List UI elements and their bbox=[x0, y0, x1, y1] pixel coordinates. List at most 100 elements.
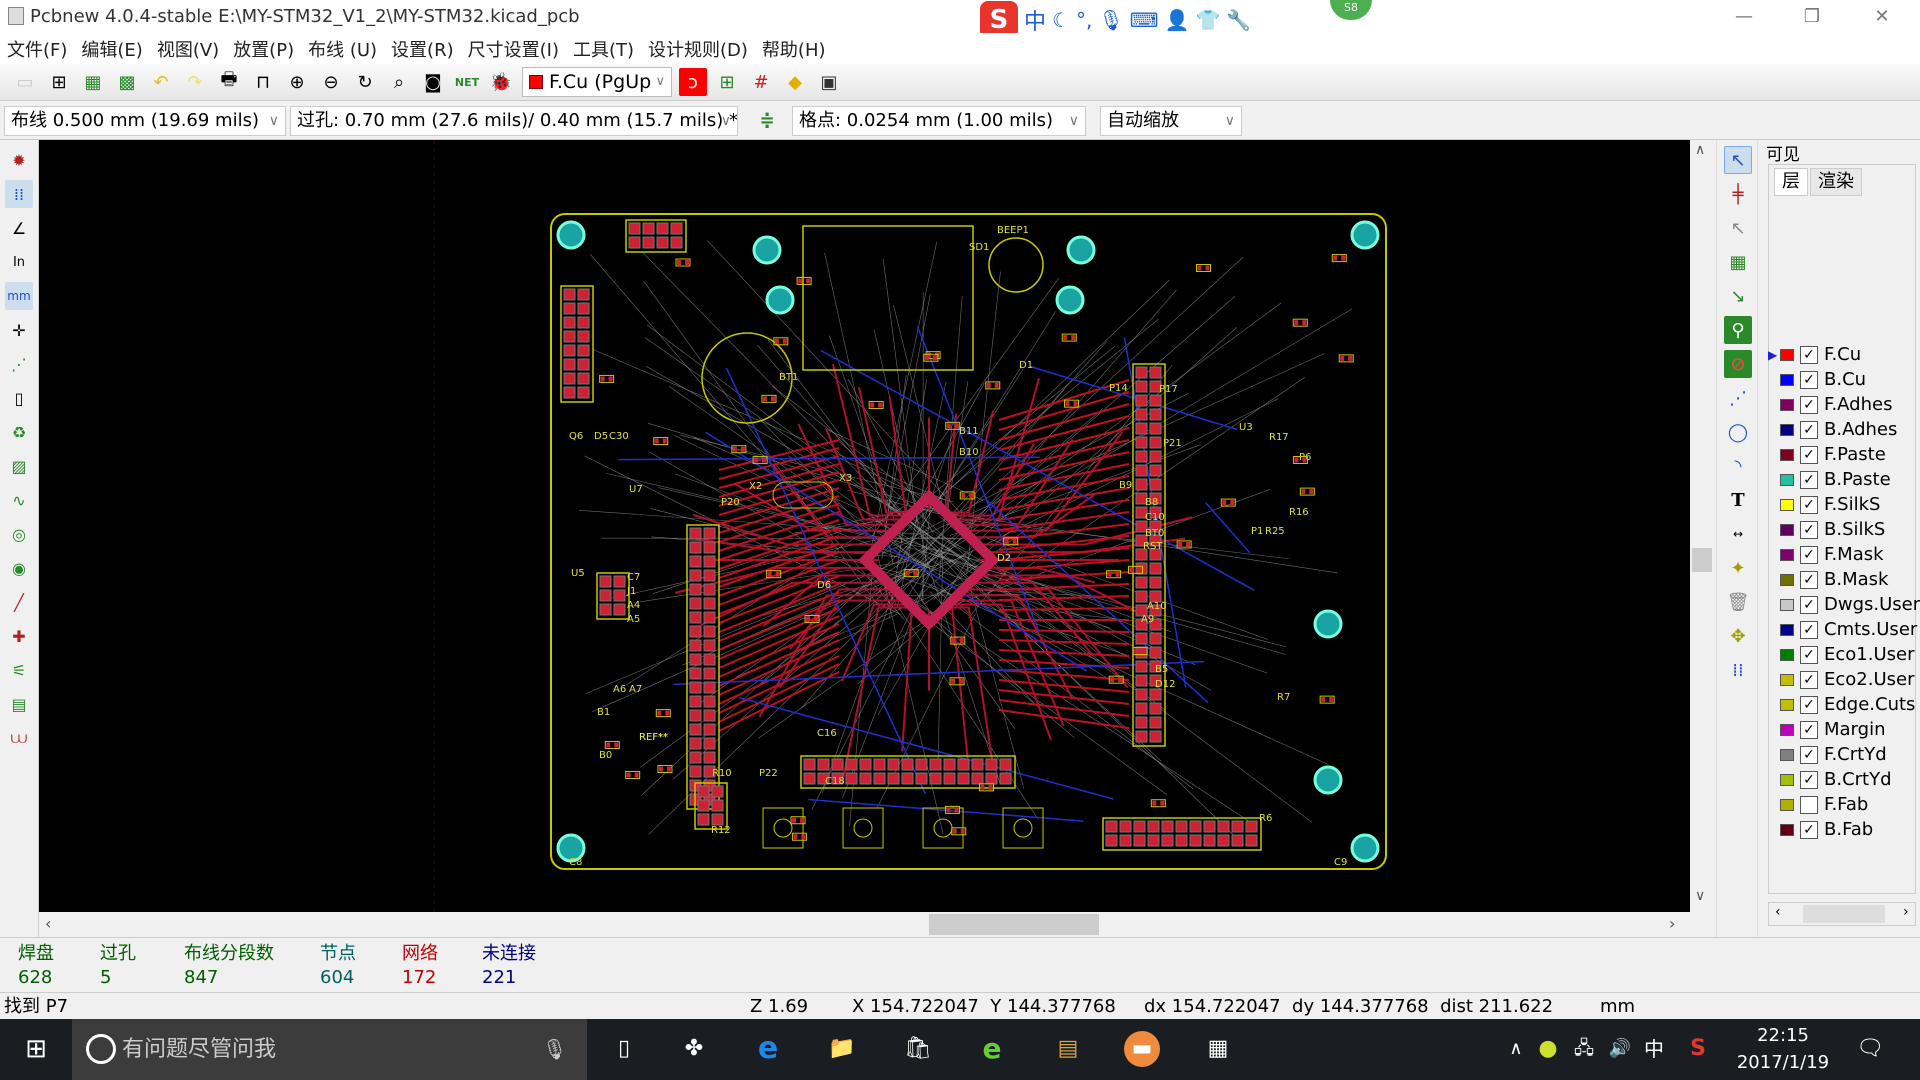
zoom-fit-icon[interactable]: ⌕ bbox=[385, 68, 413, 96]
drc-icon[interactable]: 🐞 bbox=[487, 68, 515, 96]
layer-row-eco2-user[interactable]: ✓ Eco2.User bbox=[1768, 667, 1914, 692]
menu-design-rules[interactable]: 设计规则(D) bbox=[641, 36, 755, 62]
punctuation-icon[interactable]: °, bbox=[1076, 8, 1092, 32]
pad-sketch-icon[interactable]: ◎ bbox=[5, 520, 33, 548]
auto-delete-track-icon[interactable]: ♻ bbox=[5, 418, 33, 446]
layer-color-swatch[interactable] bbox=[1780, 548, 1794, 561]
maximize-button[interactable]: ❐ bbox=[1782, 0, 1842, 33]
vertical-scrollbar[interactable]: ∧ ∨ bbox=[1690, 140, 1714, 912]
zone-fill-icon[interactable]: ▨ bbox=[5, 452, 33, 480]
browser-360-icon[interactable]: e bbox=[974, 1031, 1010, 1067]
moon-icon[interactable]: ☾ bbox=[1052, 8, 1070, 32]
local-ratsnest-icon[interactable]: ↖ bbox=[1724, 214, 1752, 242]
layer-color-swatch[interactable] bbox=[1780, 798, 1794, 811]
via-size-select[interactable]: 过孔: 0.70 mm (27.6 mils)/ 0.40 mm (15.7 m… bbox=[290, 106, 738, 136]
layer-visibility-checkbox[interactable]: ✓ bbox=[1800, 420, 1818, 439]
scroll-right-icon[interactable]: › bbox=[1669, 914, 1675, 933]
layer-row-f-fab[interactable]: F.Fab bbox=[1768, 792, 1868, 817]
layer-color-swatch[interactable] bbox=[1780, 423, 1794, 436]
layer-color-swatch[interactable] bbox=[1780, 748, 1794, 761]
layer-row-dwgs-user[interactable]: ✓ Dwgs.User bbox=[1768, 592, 1920, 617]
layer-row-b-cu[interactable]: ✓ B.Cu bbox=[1768, 367, 1866, 392]
zoom-in-icon[interactable]: ⊕ bbox=[283, 68, 311, 96]
autoroute-icon[interactable]: # bbox=[747, 68, 775, 96]
track-sketch-icon[interactable]: ╱ bbox=[5, 588, 33, 616]
network-icon[interactable]: 🖧 bbox=[1566, 1031, 1602, 1067]
minimize-button[interactable]: — bbox=[1714, 0, 1774, 33]
zoom-out-icon[interactable]: ⊖ bbox=[317, 68, 345, 96]
layer-color-swatch[interactable] bbox=[1780, 448, 1794, 461]
module-ratsnest-icon[interactable]: ▯ bbox=[5, 384, 33, 412]
menu-edit[interactable]: 编辑(E) bbox=[74, 36, 149, 62]
scroll-down-icon[interactable]: ∨ bbox=[1695, 888, 1705, 904]
new-board-icon[interactable]: ▭ bbox=[11, 68, 39, 96]
horizontal-scroll-thumb[interactable] bbox=[929, 914, 1099, 935]
layer-visibility-checkbox[interactable]: ✓ bbox=[1800, 670, 1818, 689]
add-circle-icon[interactable]: ◯ bbox=[1724, 418, 1752, 446]
print-icon[interactable]: 🖶 bbox=[215, 68, 243, 96]
inch-units-icon[interactable]: In bbox=[5, 248, 33, 276]
tab-render[interactable]: 渲染 bbox=[1810, 168, 1862, 196]
layer-visibility-checkbox[interactable]: ✓ bbox=[1800, 770, 1818, 789]
menu-route[interactable]: 布线 (U) bbox=[301, 36, 384, 62]
redraw-icon[interactable]: ↻ bbox=[351, 68, 379, 96]
clock-date[interactable]: 2017/1/19 bbox=[1728, 1052, 1838, 1073]
layer-visibility-checkbox[interactable]: ✓ bbox=[1800, 445, 1818, 464]
keyboard-icon[interactable]: ⌨ bbox=[1130, 8, 1159, 32]
layer-visibility-checkbox[interactable]: ✓ bbox=[1800, 720, 1818, 739]
ime-toolbar[interactable]: S 中 ☾ °, 🎙 ⌨ 👤 👕 🔧 bbox=[980, 1, 1280, 39]
layer-visibility-checkbox[interactable]: ✓ bbox=[1800, 370, 1818, 389]
add-dimension-icon[interactable]: ↔ bbox=[1724, 520, 1752, 548]
auto-track-width-icon[interactable]: ≑ bbox=[753, 106, 781, 134]
interactive-router-icon[interactable]: ◆ bbox=[781, 68, 809, 96]
grid-toggle-icon[interactable]: ⁞⁞ bbox=[5, 180, 33, 208]
load-netlist-icon[interactable]: ▦ bbox=[79, 68, 107, 96]
layer-visibility-checkbox[interactable]: ✓ bbox=[1800, 395, 1818, 414]
high-contrast-icon[interactable]: ✚ bbox=[5, 622, 33, 650]
wrench-icon[interactable]: 🔧 bbox=[1226, 8, 1251, 32]
user-icon[interactable]: 👤 bbox=[1165, 8, 1190, 32]
add-target-icon[interactable]: ✦ bbox=[1724, 554, 1752, 582]
add-arc-icon[interactable]: ◝ bbox=[1724, 452, 1752, 480]
layers-hscrollbar[interactable]: ‹ › bbox=[1768, 902, 1916, 926]
layer-row-b-fab[interactable]: ✓ B.Fab bbox=[1768, 817, 1873, 842]
layer-visibility-checkbox[interactable]: ✓ bbox=[1800, 470, 1818, 489]
layer-row-f-silks[interactable]: ✓ F.SilkS bbox=[1768, 492, 1880, 517]
shirt-icon[interactable]: 👕 bbox=[1195, 8, 1220, 32]
layer-visibility-checkbox[interactable]: ✓ bbox=[1800, 345, 1818, 364]
layer-row-b-paste[interactable]: ✓ B.Paste bbox=[1768, 467, 1891, 492]
layer-color-swatch[interactable] bbox=[1780, 373, 1794, 386]
via-sketch-icon[interactable]: ◉ bbox=[5, 554, 33, 582]
layer-row-f-crtyd[interactable]: ✓ F.CrtYd bbox=[1768, 742, 1887, 767]
menu-help[interactable]: 帮助(H) bbox=[755, 36, 833, 62]
layer-row-b-crtyd[interactable]: ✓ B.CrtYd bbox=[1768, 767, 1892, 792]
close-button[interactable]: ✕ bbox=[1852, 0, 1912, 33]
find-icon[interactable]: ◙ bbox=[419, 68, 447, 96]
layer-select[interactable]: F.Cu (PgUp ∨ bbox=[522, 67, 672, 97]
layer-visibility-checkbox[interactable]: ✓ bbox=[1800, 645, 1818, 664]
polar-coords-icon[interactable]: ∠ bbox=[5, 214, 33, 242]
sogou-tray-icon[interactable]: S bbox=[1680, 1031, 1716, 1067]
menu-tools[interactable]: 工具(T) bbox=[566, 36, 641, 62]
layer-color-swatch[interactable] bbox=[1780, 573, 1794, 586]
layer-row-b-mask[interactable]: ✓ B.Mask bbox=[1768, 567, 1888, 592]
grid-origin-icon[interactable]: ⁞⁞ bbox=[1724, 656, 1752, 684]
layer-row-edge-cuts[interactable]: ✓ Edge.Cuts bbox=[1768, 692, 1915, 717]
layer-visibility-checkbox[interactable]: ✓ bbox=[1800, 745, 1818, 764]
layer-color-swatch[interactable] bbox=[1780, 398, 1794, 411]
layer-visibility-checkbox[interactable]: ✓ bbox=[1800, 695, 1818, 714]
layer-visibility-checkbox[interactable]: ✓ bbox=[1800, 595, 1818, 614]
pcb-board-drawing[interactable]: BEEP1 SD1 BT1 U7 X2 X3 U5 P20 P21 P22 P14 P17 B9 B8 C1… bbox=[39, 140, 1690, 912]
add-footprint-icon[interactable]: ▦ bbox=[1724, 248, 1752, 276]
scripting-console-icon[interactable]: ▣ bbox=[815, 68, 843, 96]
netlist-icon[interactable]: NET bbox=[453, 68, 481, 96]
add-line-icon[interactable]: ⋰ bbox=[1724, 384, 1752, 412]
mm-units-icon[interactable]: mm bbox=[5, 282, 33, 310]
layer-visibility-checkbox[interactable]: ✓ bbox=[1800, 620, 1818, 639]
store-icon[interactable]: 🛍 bbox=[900, 1031, 936, 1067]
pcb-canvas[interactable]: BEEP1 SD1 BT1 U7 X2 X3 U5 P20 P21 P22 P14 P17 B9 B8 C1… bbox=[39, 140, 1690, 912]
microwave-icon[interactable]: ⩊ bbox=[5, 724, 33, 752]
menu-preferences[interactable]: 设置(R) bbox=[384, 36, 461, 62]
task-view-icon[interactable]: ▯ bbox=[606, 1031, 642, 1067]
layer-color-swatch[interactable] bbox=[1780, 498, 1794, 511]
